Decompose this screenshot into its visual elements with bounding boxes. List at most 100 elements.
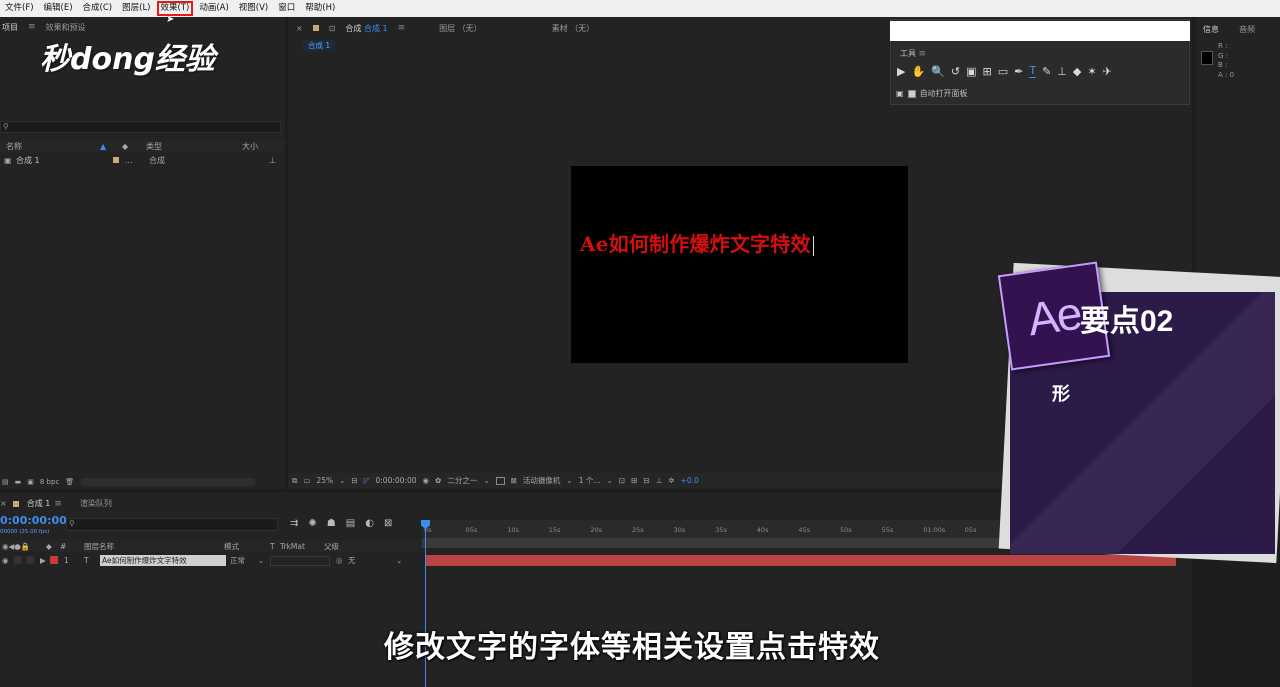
menu-effect[interactable]: 效果(T): [156, 0, 195, 17]
motion-blur-icon[interactable]: ◐: [365, 518, 374, 529]
toggle-pixel-icon[interactable]: ⊡: [619, 476, 625, 485]
selection-tool-icon[interactable]: ▶: [897, 65, 905, 78]
chevron-down-icon[interactable]: ⌄: [607, 476, 613, 485]
chevron-down-icon[interactable]: ⌄: [483, 476, 489, 485]
puppet-tool-icon[interactable]: ✈: [1103, 65, 1112, 78]
menu-edit[interactable]: 编辑(E): [39, 0, 78, 17]
layer-label-color[interactable]: [50, 556, 58, 564]
tools-search-field[interactable]: [890, 21, 1190, 41]
rectangle-tool-icon[interactable]: ▭: [998, 65, 1008, 78]
solo-box[interactable]: [14, 556, 22, 564]
lock-box[interactable]: [26, 556, 34, 564]
new-folder-icon[interactable]: ▬: [15, 478, 22, 486]
tab-timeline-comp[interactable]: 合成 1: [27, 498, 51, 509]
label-tag-icon[interactable]: ◆: [46, 542, 60, 551]
snapshot-icon[interactable]: ◉: [422, 476, 429, 485]
transparency-grid-icon[interactable]: ⊠: [511, 476, 517, 485]
timeline-search-input[interactable]: ⚲: [66, 518, 278, 531]
always-preview-icon[interactable]: ⧉: [292, 476, 297, 486]
label-tag-icon[interactable]: ◆: [122, 142, 146, 151]
resolution-select[interactable]: 二分之一: [447, 475, 477, 486]
av-switches-icon[interactable]: ◉◀●🔒: [0, 542, 46, 551]
current-time-display[interactable]: 0:00:00:00: [0, 514, 67, 527]
mask-visibility-icon[interactable]: ◸: [364, 476, 370, 485]
tab-composition[interactable]: 合成 合成 1: [345, 23, 387, 34]
comp-flowchart-icon[interactable]: ⇉: [290, 518, 298, 529]
expand-arrow-icon[interactable]: ▶: [40, 556, 50, 565]
exposure-value[interactable]: +0.0: [681, 476, 699, 485]
interpret-footage-icon[interactable]: ▤: [2, 478, 9, 486]
col-parent[interactable]: 父级: [324, 541, 339, 552]
lock-icon[interactable]: ⊡: [329, 24, 336, 33]
tab-footage[interactable]: 素材 （无）: [552, 23, 595, 34]
panel-menu-icon[interactable]: ≡: [919, 49, 927, 59]
menu-file[interactable]: 文件(F): [0, 0, 39, 17]
tab-render-queue[interactable]: 渲染队列: [80, 498, 112, 509]
tab-project[interactable]: 项目: [2, 22, 18, 33]
col-type[interactable]: 类型: [146, 141, 242, 152]
composition-viewer[interactable]: Ae如何制作爆炸文字特效: [571, 166, 908, 363]
clone-stamp-tool-icon[interactable]: ⊥: [1057, 65, 1067, 78]
panel-menu-icon[interactable]: ≡: [398, 23, 406, 33]
new-composition-icon[interactable]: ▣: [27, 478, 34, 486]
trash-icon[interactable]: 🗑: [65, 478, 74, 486]
roto-brush-tool-icon[interactable]: ✶: [1087, 65, 1096, 78]
sort-up-icon[interactable]: ▲: [100, 142, 122, 151]
close-icon[interactable]: ×: [0, 499, 7, 508]
pickwhip-icon[interactable]: ◎: [336, 556, 348, 565]
chevron-down-icon[interactable]: ⌄: [396, 556, 402, 565]
tab-effects-presets[interactable]: 效果和预设: [46, 22, 86, 33]
bpc-label[interactable]: 8 bpc: [40, 478, 59, 486]
col-trkmat[interactable]: TrkMat: [280, 542, 324, 551]
layer-name-field[interactable]: Ae如何制作爆炸文字特效: [100, 555, 226, 566]
flowchart-icon[interactable]: ⊥: [269, 156, 276, 165]
monitor-icon[interactable]: ▭: [303, 476, 310, 485]
draft-3d-icon[interactable]: ✺: [308, 518, 316, 529]
project-search-input[interactable]: ⚲: [0, 121, 281, 133]
graph-editor-icon[interactable]: ⊠: [384, 518, 392, 529]
camera-tool-icon[interactable]: ▣: [966, 65, 976, 78]
tab-info[interactable]: 信息: [1203, 24, 1219, 35]
viewer-text-layer[interactable]: Ae如何制作爆炸文字特效: [580, 228, 814, 257]
chevron-down-icon[interactable]: ⌄: [339, 476, 345, 485]
workspace-icon[interactable]: ▣: [896, 89, 904, 98]
menu-layer[interactable]: 图层(L): [117, 0, 155, 17]
eye-icon[interactable]: ◉: [0, 556, 14, 565]
flowchart-icon[interactable]: ⊥: [656, 476, 663, 485]
layer-duration-bar[interactable]: [426, 555, 1176, 566]
shy-layers-icon[interactable]: ☗: [327, 518, 336, 529]
menu-window[interactable]: 窗口: [273, 0, 300, 17]
frame-blending-icon[interactable]: ▤: [346, 518, 355, 529]
close-icon[interactable]: ×: [296, 24, 303, 33]
timecode-display[interactable]: 0:00:00:00: [376, 476, 417, 485]
panel-menu-icon[interactable]: ≡: [54, 499, 62, 509]
trkmat-box[interactable]: [270, 555, 330, 566]
menu-help[interactable]: 帮助(H): [300, 0, 340, 17]
project-scrollbar[interactable]: [80, 478, 257, 486]
project-item-row[interactable]: ▣ 合成 1 ... 合成 ⊥: [0, 154, 285, 166]
views-select[interactable]: 1 个...: [579, 475, 601, 486]
brush-tool-icon[interactable]: ✎: [1042, 65, 1051, 78]
camera-select[interactable]: 活动摄像机: [523, 475, 561, 486]
chevron-down-icon[interactable]: ⌄: [258, 556, 270, 565]
rotation-tool-icon[interactable]: ↺: [951, 65, 960, 78]
chevron-down-icon[interactable]: ⌄: [566, 476, 572, 485]
layer-parent-select[interactable]: 无: [348, 555, 396, 566]
col-name[interactable]: 名称: [0, 141, 100, 152]
layer-mode-select[interactable]: 正常: [230, 555, 258, 566]
menu-view[interactable]: 视图(V): [234, 0, 273, 17]
type-tool-icon[interactable]: T: [1029, 64, 1037, 78]
exposure-reset-icon[interactable]: ✲: [668, 476, 674, 485]
fit-icon[interactable]: ⊟: [351, 476, 357, 485]
color-channel-icon[interactable]: ✿: [435, 476, 441, 485]
tab-audio[interactable]: 音频: [1239, 24, 1255, 35]
zoom-select[interactable]: 25%: [316, 476, 333, 485]
timeline-icon[interactable]: ⊟: [643, 476, 649, 485]
hand-tool-icon[interactable]: ✋: [911, 65, 925, 78]
tab-layer[interactable]: 图层 （无）: [439, 23, 482, 34]
menu-animation[interactable]: 动画(A): [194, 0, 233, 17]
fast-preview-icon[interactable]: ⊞: [631, 476, 637, 485]
composition-breadcrumb[interactable]: 合成 1: [303, 40, 336, 51]
col-size[interactable]: 大小: [242, 141, 272, 152]
col-layer-name[interactable]: 图层名称: [84, 541, 224, 552]
